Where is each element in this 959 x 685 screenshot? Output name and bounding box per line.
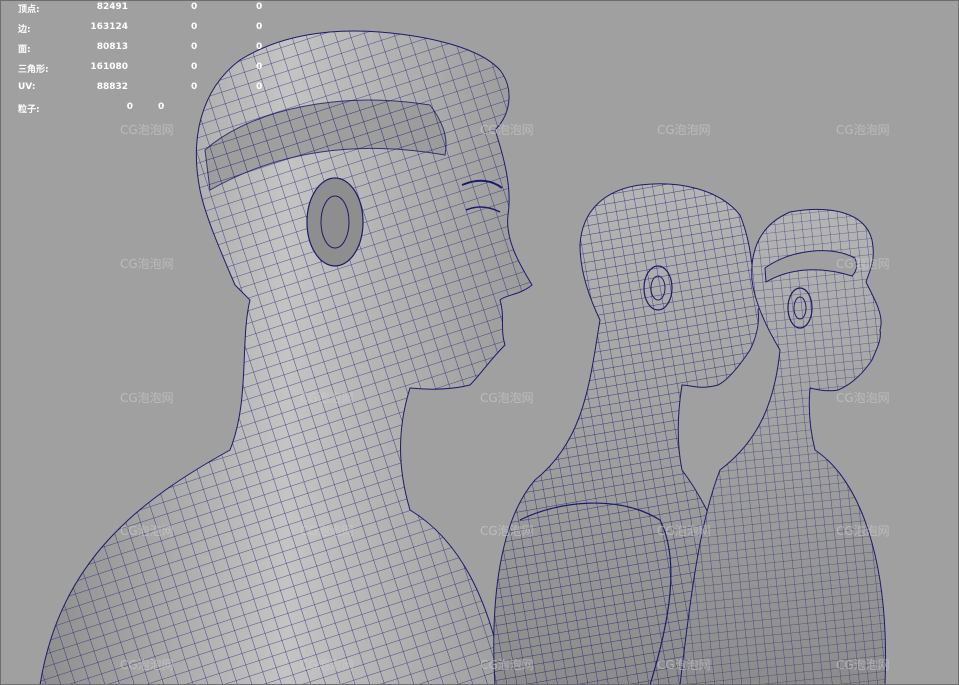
watermark: CG泡泡网 xyxy=(120,257,174,271)
hud-label: 面: xyxy=(18,45,31,55)
poly-count-hud: 顶点: 82491 0 0 边: 163124 0 0 面: 80813 0 0… xyxy=(0,0,280,120)
watermark: CG泡泡网 xyxy=(836,658,890,672)
hud-extra: 0 xyxy=(256,62,263,72)
hud-label: 顶点: xyxy=(18,5,40,15)
watermark: CG泡泡网 xyxy=(120,123,174,137)
watermark: CG泡泡网 xyxy=(120,524,174,538)
hud-total: 82491 xyxy=(96,2,128,12)
hud-row-uvs: UV: 88832 0 0 xyxy=(0,82,280,94)
watermark: CG泡泡网 xyxy=(657,658,711,672)
hud-total: 163124 xyxy=(90,22,128,32)
modeling-viewport[interactable]: CG泡泡网 CG泡泡网 CG泡泡网 CG泡泡网 CG泡泡网 CG泡泡网 CG泡泡… xyxy=(0,0,959,685)
watermark: CG泡泡网 xyxy=(836,257,890,271)
hud-total: 88832 xyxy=(96,82,128,92)
hud-label: 边: xyxy=(18,25,31,35)
hud-row-faces: 面: 80813 0 0 xyxy=(0,42,280,55)
watermark: CG泡泡网 xyxy=(300,391,354,405)
watermark: CG泡泡网 xyxy=(480,524,534,538)
watermark: CG泡泡网 xyxy=(120,658,174,672)
watermark: CG泡泡网 xyxy=(480,658,534,672)
hud-row-triangles: 三角形: 161080 0 0 xyxy=(0,62,280,75)
watermark: CG泡泡网 xyxy=(657,123,711,137)
watermark: CG泡泡网 xyxy=(480,123,534,137)
hud-label: 三角形: xyxy=(18,65,49,75)
hud-extra: 0 xyxy=(256,22,263,32)
watermark: CG泡泡网 xyxy=(836,123,890,137)
hud-total: 161080 xyxy=(90,62,128,72)
hud-row-particles: 粒子: 0 0 xyxy=(0,102,280,115)
watermark: CG泡泡网 xyxy=(120,391,174,405)
hud-row-edges: 边: 163124 0 0 xyxy=(0,22,280,35)
hud-total: 0 xyxy=(126,102,133,112)
hud-extra: 0 xyxy=(256,42,263,52)
hud-extra: 0 xyxy=(256,82,263,92)
watermark: CG泡泡网 xyxy=(836,391,890,405)
watermark: CG泡泡网 xyxy=(300,658,354,672)
hud-label: UV: xyxy=(18,82,36,92)
hud-selected: 0 xyxy=(191,42,198,52)
hud-selected: 0 xyxy=(191,22,198,32)
hud-row-vertices: 顶点: 82491 0 0 xyxy=(0,2,280,15)
watermark: CG泡泡网 xyxy=(480,391,534,405)
watermark: CG泡泡网 xyxy=(300,524,354,538)
watermark: CG泡泡网 xyxy=(657,524,711,538)
watermark: CG泡泡网 xyxy=(836,524,890,538)
hud-selected: 0 xyxy=(191,2,198,12)
hud-selected: 0 xyxy=(191,82,198,92)
hud-label: 粒子: xyxy=(18,105,40,115)
hud-extra: 0 xyxy=(256,2,263,12)
character-large[interactable] xyxy=(39,30,533,685)
hud-selected: 0 xyxy=(191,62,198,72)
hud-total: 80813 xyxy=(96,42,128,52)
hud-selected: 0 xyxy=(158,102,165,112)
